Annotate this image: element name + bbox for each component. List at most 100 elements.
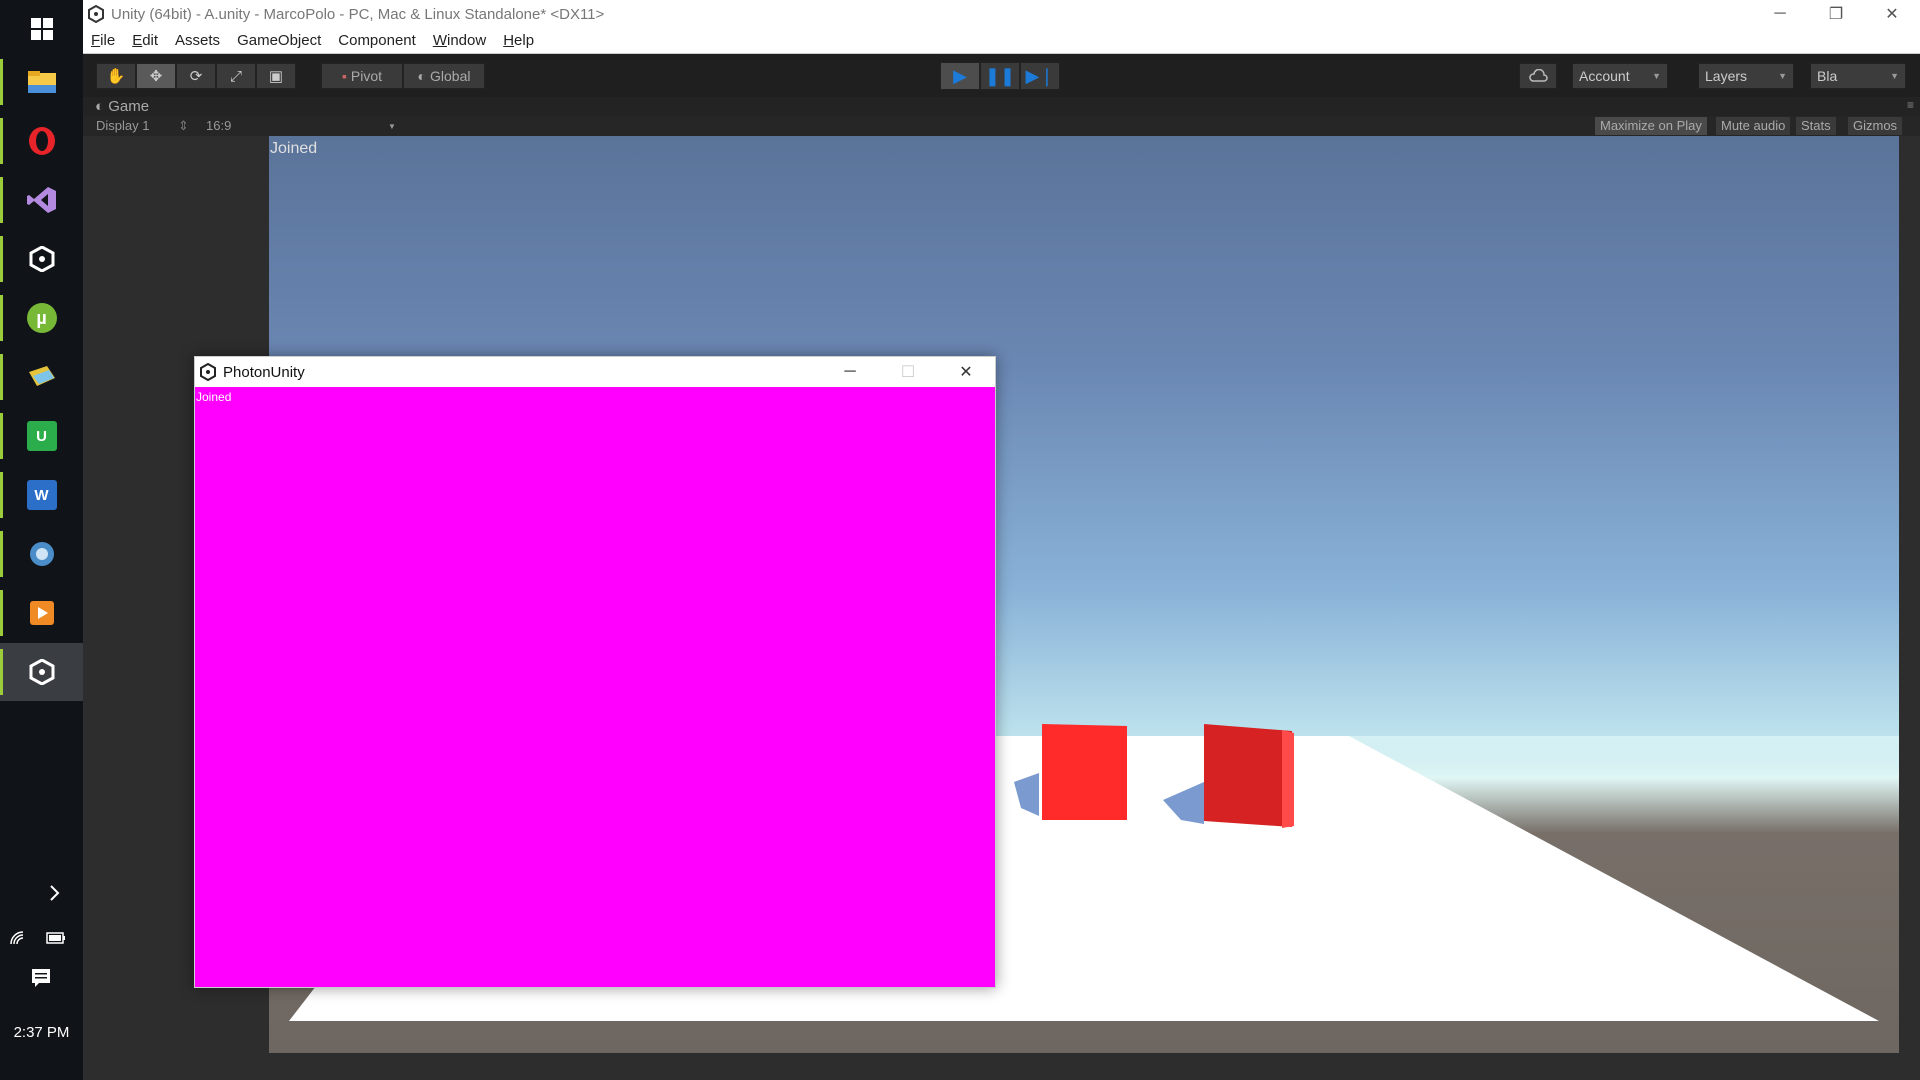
pivot-toggle[interactable]: ▪ Pivot [321,63,403,89]
rect-tool-icon: ▣ [268,68,284,85]
taskbar-opera[interactable] [0,112,83,170]
red-cube-right [1204,724,1292,827]
restore-button[interactable]: ❐ [1808,0,1864,28]
file-explorer-icon [27,71,56,93]
show-more-chevron-icon[interactable] [49,885,61,906]
hand-tool-button[interactable]: ✋ [96,63,136,89]
window-title: Unity (64bit) - A.unity - MarcoPolo - PC… [111,5,605,23]
unity-icon [29,246,54,272]
unity-active-icon [29,659,54,685]
menu-edit[interactable]: Edit [132,32,158,49]
account-label: Account [1579,68,1630,84]
taskbar-word[interactable]: W [0,466,83,524]
taskbar-file-explorer[interactable] [0,53,83,111]
mute-audio-toggle[interactable]: Mute audio [1716,117,1791,135]
taskbar-browser[interactable] [0,525,83,583]
taskbar-notes[interactable] [0,348,83,406]
cloud-button[interactable] [1519,63,1557,89]
chevron-down-icon: ▼ [1778,71,1787,81]
gizmos-dropdown[interactable]: Gizmos [1848,117,1903,135]
close-button[interactable]: ✕ [1864,0,1920,28]
pause-button[interactable]: ❚❚ [980,62,1020,90]
menu-help[interactable]: Help [503,32,534,49]
chevron-down-icon: ▼ [1652,71,1661,81]
scale-tool-button[interactable]: ⤢ [216,63,256,89]
maximize-on-play-toggle[interactable]: Maximize on Play [1595,117,1707,135]
taskbar-utorrent[interactable]: µ [0,289,83,347]
word-icon: W [26,480,57,510]
aspect-select[interactable]: 16:9 [206,118,231,133]
menu-component[interactable]: Component [338,32,416,49]
pause-icon: ❚❚ [984,65,1016,86]
global-label: Global [430,68,471,84]
pivot-label: Pivot [350,68,383,84]
photon-close-button[interactable]: ✕ [937,357,995,387]
move-tool-button[interactable]: ✥ [136,63,176,89]
move-icon: ✥ [149,68,163,85]
start-button[interactable] [0,0,83,58]
global-toggle[interactable]: ◐ Global [403,63,485,89]
notes-icon [28,366,55,386]
cloud-icon [1529,69,1548,82]
pivot-icon: ▪ [341,68,347,84]
minimize-button[interactable]: ─ [1752,0,1808,28]
taskbar: µ U W 2:37 PM [0,0,83,1080]
photon-maximize-button[interactable]: ☐ [879,357,937,387]
taskbar-unity[interactable] [0,230,83,288]
game-view-toolbar: Display 1 ⇕ 16:9 ▼ Maximize on Play Mute… [83,116,1920,136]
display-select[interactable]: Display 1 [96,118,149,133]
status-text: Joined [270,140,318,157]
menu-assets[interactable]: Assets [175,32,220,49]
rotate-tool-button[interactable]: ⟳ [176,63,216,89]
photon-unity-window: PhotonUnity ─ ☐ ✕ Joined [194,356,996,988]
tab-menu-icon[interactable]: ≡ [1907,98,1914,112]
step-button[interactable]: ▶❘ [1020,62,1060,90]
unity-logo-icon [200,363,216,381]
taskbar-unity-active[interactable] [0,643,83,701]
taskbar-upwork[interactable]: U [0,407,83,465]
photon-game-content[interactable]: Joined [195,387,995,987]
rect-tool-button[interactable]: ▣ [256,63,296,89]
chevron-down-icon: ▼ [1890,71,1899,81]
red-cube-left [1042,724,1127,820]
opera-icon [28,127,55,155]
hand-icon: ✋ [106,68,126,85]
main-toolbar: ✋ ✥ ⟳ ⤢ ▣ ▪ Pivot ◐ Global ▶ ❚❚ ▶❘ Accou… [83,54,1920,97]
menu-gameobject[interactable]: GameObject [237,32,321,49]
upwork-icon: U [26,421,57,451]
display-select-arrow-icon: ⇕ [178,118,189,133]
photon-window-title: PhotonUnity [223,363,305,381]
taskbar-visual-studio[interactable] [0,171,83,229]
game-icon: ◐ [95,98,109,115]
menu-window[interactable]: Window [433,32,486,49]
play-button[interactable]: ▶ [940,62,980,90]
game-tab-strip: ◐ Game ≡ [83,97,1920,116]
play-icon: ▶ [953,65,967,86]
layout-label: Bla [1817,68,1838,84]
layout-dropdown[interactable]: Bla ▼ [1810,63,1906,89]
taskbar-clock[interactable]: 2:37 PM [0,1024,83,1041]
utorrent-icon: µ [26,303,57,333]
stats-toggle[interactable]: Stats [1796,117,1836,135]
taskbar-media-player[interactable] [0,584,83,642]
battery-icon[interactable] [46,931,66,949]
window-title-bar[interactable]: Unity (64bit) - A.unity - MarcoPolo - PC… [83,0,1920,28]
photon-status-text: Joined [196,390,232,404]
scale-icon: ⤢ [229,67,242,85]
layers-dropdown[interactable]: Layers ▼ [1698,63,1794,89]
rotate-icon: ⟳ [189,68,203,85]
layers-label: Layers [1705,68,1748,84]
menu-file[interactable]: File [91,32,115,49]
wifi-icon[interactable] [9,930,27,951]
photon-title-bar[interactable]: PhotonUnity ─ ☐ ✕ [195,357,995,387]
unity-editor-window: Unity (64bit) - A.unity - MarcoPolo - PC… [83,0,1920,1080]
global-icon: ◐ [417,68,426,84]
account-dropdown[interactable]: Account ▼ [1572,63,1668,89]
photon-minimize-button[interactable]: ─ [821,357,879,387]
tab-game[interactable]: ◐ Game [95,98,149,115]
red-cube-right-side [1282,730,1294,828]
action-center-icon[interactable] [31,968,51,993]
menu-bar: File Edit Assets GameObject Component Wi… [83,28,1920,54]
browser-icon [29,542,54,566]
unity-logo-icon [88,5,104,23]
